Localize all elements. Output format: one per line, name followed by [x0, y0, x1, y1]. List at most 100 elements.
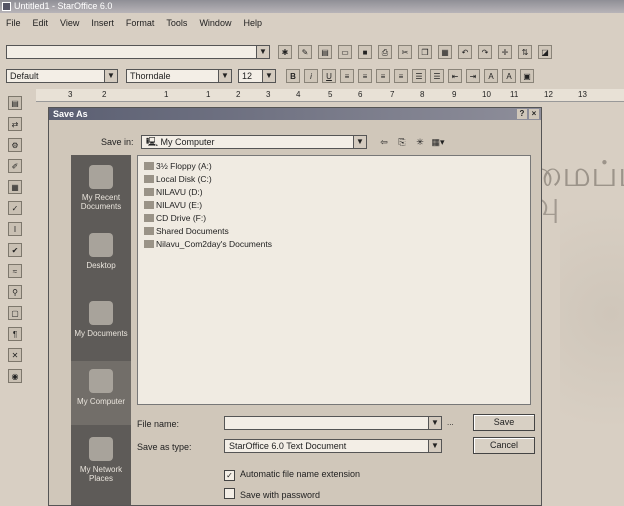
spellcheck-icon[interactable]: ✔: [8, 243, 22, 257]
paragraph-style-select[interactable]: Default ▼: [6, 69, 118, 83]
increase-indent-icon[interactable]: ⇥: [466, 69, 480, 83]
cut-icon[interactable]: ✂: [398, 45, 412, 59]
place-network-places[interactable]: My Network Places: [71, 429, 131, 493]
ruler-mark: 1: [164, 90, 169, 99]
font-size-select[interactable]: 12 ▼: [238, 69, 276, 83]
load-url-input[interactable]: ▼: [6, 45, 270, 59]
edit-file-icon[interactable]: ✎: [298, 45, 312, 59]
menu-help[interactable]: Help: [237, 16, 268, 30]
chevron-down-icon[interactable]: ▼: [428, 417, 441, 429]
gallery-icon[interactable]: ◪: [538, 45, 552, 59]
close-icon[interactable]: ×: [529, 109, 539, 119]
save-type-label: Save as type:: [137, 442, 192, 452]
checkbox-empty-icon[interactable]: [224, 488, 235, 499]
dialog-titlebar: Save As ? ×: [49, 108, 541, 120]
background-color-icon[interactable]: ▣: [520, 69, 534, 83]
find-icon[interactable]: ⚲: [8, 285, 22, 299]
bold-icon[interactable]: B: [286, 69, 300, 83]
menu-file[interactable]: File: [0, 16, 27, 30]
cancel-button[interactable]: Cancel: [473, 437, 535, 454]
save-icon[interactable]: ■: [358, 45, 372, 59]
direct-cursor-icon[interactable]: ◉: [8, 369, 22, 383]
print-icon[interactable]: ⎙: [378, 45, 392, 59]
insert-fields-icon[interactable]: ⇄: [8, 117, 22, 131]
hyphenation-icon[interactable]: ≈: [8, 264, 22, 278]
list-item[interactable]: 3½ Floppy (A:): [144, 160, 212, 172]
list-item[interactable]: NILAVU (D:): [144, 186, 203, 198]
list-item[interactable]: CD Drive (F:): [144, 212, 206, 224]
place-recent-documents[interactable]: My Recent Documents: [71, 157, 131, 221]
view-menu-icon[interactable]: ▦▾: [431, 135, 445, 149]
menu-window[interactable]: Window: [193, 16, 237, 30]
hard-drive-icon: [144, 188, 154, 196]
decrease-indent-icon[interactable]: ⇤: [448, 69, 462, 83]
show-draw-functions-icon[interactable]: ✐: [8, 159, 22, 173]
ruler-mark: 3: [68, 90, 73, 99]
chevron-down-icon[interactable]: ▼: [104, 70, 117, 82]
undo-icon[interactable]: ↶: [458, 45, 472, 59]
underline-icon[interactable]: U: [322, 69, 336, 83]
menu-edit[interactable]: Edit: [27, 16, 55, 30]
chevron-down-icon[interactable]: ▼: [262, 70, 275, 82]
file-item-label: 3½ Floppy (A:): [156, 161, 212, 171]
online-layout-icon[interactable]: ▢: [8, 306, 22, 320]
chevron-down-icon[interactable]: ▼: [353, 136, 366, 148]
back-arrow-icon[interactable]: ⇦: [377, 135, 391, 149]
network-places-icon: [89, 437, 113, 461]
paste-icon[interactable]: ▦: [438, 45, 452, 59]
numbering-icon[interactable]: ☰: [412, 69, 426, 83]
stop-icon[interactable]: ✱: [278, 45, 292, 59]
help-icon[interactable]: ?: [517, 109, 527, 119]
folder-icon: [144, 240, 154, 248]
place-label: My Network Places: [79, 465, 123, 483]
bullets-icon[interactable]: ☰: [430, 69, 444, 83]
checkbox-check-icon[interactable]: ✓: [224, 470, 235, 481]
autospellcheck-icon[interactable]: ✓: [8, 201, 22, 215]
new-folder-icon[interactable]: ✳: [413, 135, 427, 149]
menu-tools[interactable]: Tools: [160, 16, 193, 30]
save-button[interactable]: Save: [473, 414, 535, 431]
place-my-documents[interactable]: My Documents: [71, 293, 131, 357]
align-right-icon[interactable]: ≡: [376, 69, 390, 83]
copy-icon[interactable]: ❐: [418, 45, 432, 59]
menu-view[interactable]: View: [54, 16, 85, 30]
navigator-icon[interactable]: ✛: [498, 45, 512, 59]
save-with-password-checkbox[interactable]: Save with password: [224, 488, 320, 501]
new-document-icon[interactable]: ▤: [318, 45, 332, 59]
list-item[interactable]: NILAVU (E:): [144, 199, 202, 211]
highlight-icon[interactable]: A: [502, 69, 516, 83]
redo-icon[interactable]: ↷: [478, 45, 492, 59]
chevron-down-icon[interactable]: ▼: [218, 70, 231, 82]
form-functions-icon[interactable]: ▦: [8, 180, 22, 194]
place-my-computer[interactable]: My Computer: [71, 361, 131, 425]
justify-icon[interactable]: ≡: [394, 69, 408, 83]
graphics-off-icon[interactable]: ✕: [8, 348, 22, 362]
place-desktop[interactable]: Desktop: [71, 225, 131, 289]
align-left-icon[interactable]: ≡: [340, 69, 354, 83]
list-item[interactable]: Local Disk (C:): [144, 173, 212, 185]
chevron-down-icon[interactable]: ▼: [256, 46, 269, 58]
horizontal-ruler[interactable]: 3 2 1 1 2 3 4 5 6 7 8 9 10 11 12 13: [36, 89, 624, 102]
open-folder-icon[interactable]: ▭: [338, 45, 352, 59]
menu-insert[interactable]: Insert: [85, 16, 120, 30]
file-name-field[interactable]: ▼: [224, 416, 442, 430]
font-color-icon[interactable]: A: [484, 69, 498, 83]
italic-icon[interactable]: i: [304, 69, 318, 83]
up-folder-icon[interactable]: ⎘: [395, 135, 409, 149]
align-center-icon[interactable]: ≡: [358, 69, 372, 83]
insert-icon[interactable]: ▤: [8, 96, 22, 110]
chevron-down-icon[interactable]: ▼: [428, 440, 441, 452]
insert-object-icon[interactable]: ⚙: [8, 138, 22, 152]
nonprinting-characters-icon[interactable]: ¶: [8, 327, 22, 341]
text-cursor-icon[interactable]: I: [8, 222, 22, 236]
list-item[interactable]: Nilavu_Com2day's Documents: [144, 238, 272, 250]
file-list[interactable]: 3½ Floppy (A:) Local Disk (C:) NILAVU (D…: [137, 155, 531, 405]
menu-format[interactable]: Format: [120, 16, 161, 30]
list-item[interactable]: Shared Documents: [144, 225, 229, 237]
font-name-select[interactable]: Thorndale ▼: [126, 69, 232, 83]
auto-extension-checkbox[interactable]: ✓ Automatic file name extension: [224, 469, 360, 481]
save-in-select[interactable]: 🖳 My Computer ▼: [141, 135, 367, 149]
ruler-mark: 2: [236, 90, 241, 99]
sort-icon[interactable]: ⇅: [518, 45, 532, 59]
save-type-select[interactable]: StarOffice 6.0 Text Document ▼: [224, 439, 442, 453]
